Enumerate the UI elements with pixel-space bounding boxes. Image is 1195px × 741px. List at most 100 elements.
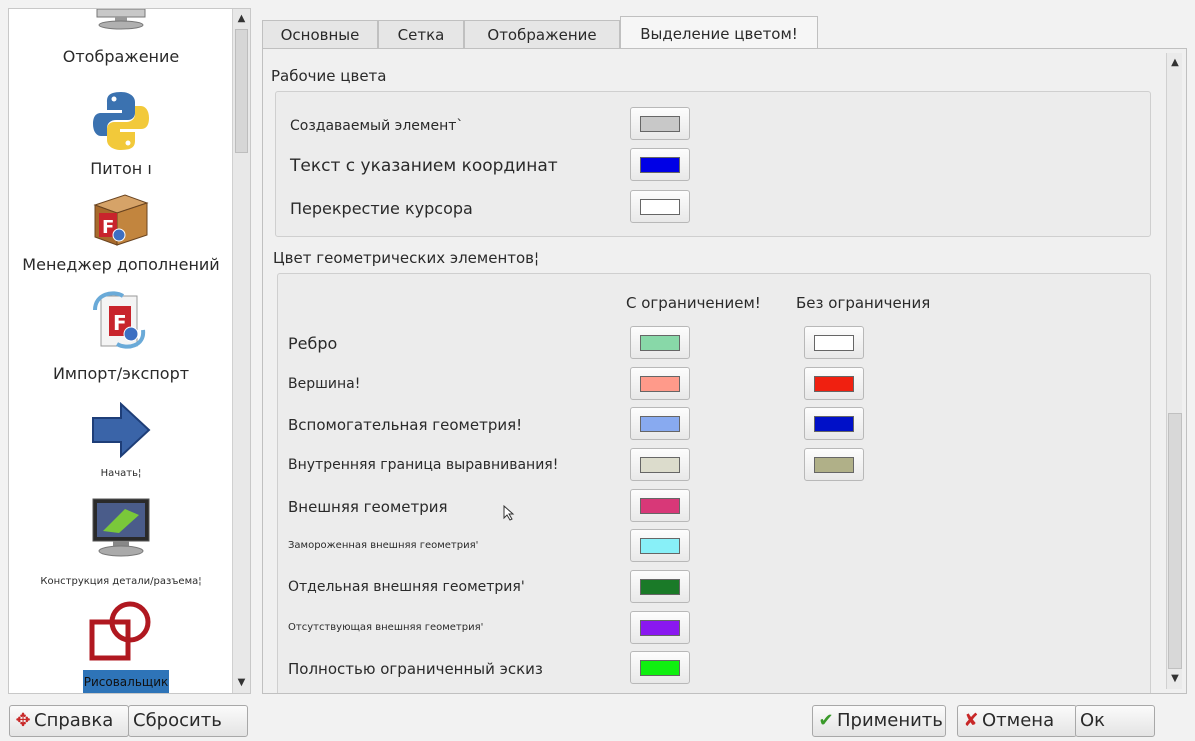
apply-label: Применить	[837, 710, 943, 731]
scroll-up-icon[interactable]: ▲	[1167, 55, 1183, 71]
row-label: Замороженная внешняя геометрия'	[288, 540, 479, 551]
tab-general[interactable]: Основные	[262, 20, 378, 49]
creating-element-color-button[interactable]	[630, 107, 690, 140]
panel-scrollbar[interactable]: ▲ ▼	[1166, 53, 1182, 689]
sidebar-item-part-design[interactable]: Конструкция детали/разъема¦	[9, 489, 233, 589]
constrained-color-button[interactable]	[630, 448, 690, 481]
sidebar-scrollbar[interactable]: ▲ ▼	[232, 9, 250, 693]
sidebar-item-display[interactable]: Отображение	[9, 9, 233, 79]
color-swatch	[640, 498, 680, 514]
unconstrained-color-button[interactable]	[804, 326, 864, 359]
sidebar-item-addon-manager[interactable]: F Менеджер дополнений	[9, 189, 233, 279]
draft-icon	[89, 601, 151, 661]
unconstrained-color-button[interactable]	[804, 448, 864, 481]
sidebar-item-import-export[interactable]: F Импорт/экспорт	[9, 284, 233, 384]
color-swatch	[814, 376, 854, 392]
sidebar-item-python[interactable]: Питон ı	[9, 84, 233, 184]
sidebar-item-label: Питон ı	[90, 159, 152, 178]
sidebar-item-start[interactable]: Начать¦	[9, 394, 233, 484]
row-label: Вершина!	[288, 376, 361, 392]
row-label: Внешняя геометрия	[288, 497, 448, 516]
import-export-icon: F	[93, 291, 146, 349]
sidebar-item-label: Конструкция детали/разъема¦	[40, 576, 202, 587]
sidebar-list: Отображение Питон ı F Менеджер дополнени…	[9, 9, 233, 693]
sidebar-item-label: Отображение	[62, 47, 180, 66]
color-swatch	[640, 620, 680, 636]
color-swatch	[640, 376, 680, 392]
python-icon	[93, 92, 149, 150]
color-swatch	[640, 457, 680, 473]
constrained-color-button[interactable]	[630, 570, 690, 603]
unconstrained-color-button[interactable]	[804, 407, 864, 440]
scroll-up-icon[interactable]: ▲	[233, 11, 250, 27]
constrained-color-button[interactable]	[630, 326, 690, 359]
row-label: Ребро	[288, 334, 338, 353]
scrollbar-thumb[interactable]	[1168, 413, 1182, 669]
help-button[interactable]: ✥ Справка	[9, 705, 129, 737]
arrow-right-icon	[92, 402, 151, 458]
unconstrained-color-button[interactable]	[804, 367, 864, 400]
checkmark-icon: ✔	[818, 710, 834, 731]
help-icon: ✥	[15, 710, 31, 731]
row-label: Полностью ограниченный эскиз	[288, 659, 543, 678]
row-label: Отсутствующая внешняя геометрия'	[288, 622, 484, 633]
sidebar-item-label: Менеджер дополнений	[22, 255, 220, 274]
color-swatch	[640, 335, 680, 351]
working-colors-group: Создаваемый элемент` Текст с указанием к…	[275, 91, 1151, 237]
colors-panel: Рабочие цвета Создаваемый элемент` Текст…	[262, 48, 1187, 694]
row-label: Вспомогательная геометрия!	[288, 415, 523, 434]
column-header-unconstrained: Без ограничения	[796, 294, 931, 312]
cancel-button[interactable]: ✘ Отмена	[957, 705, 1077, 737]
constrained-color-button[interactable]	[630, 407, 690, 440]
constrained-color-button[interactable]	[630, 529, 690, 562]
sidebar-item-label: Рисовальщик	[83, 670, 169, 693]
constrained-color-button[interactable]	[630, 489, 690, 522]
cancel-label: Отмена	[982, 710, 1055, 731]
constrained-color-button[interactable]	[630, 651, 690, 684]
scrollbar-thumb[interactable]	[235, 29, 248, 153]
sidebar-item-label: Импорт/экспорт	[52, 364, 190, 383]
working-colors-title: Рабочие цвета	[271, 67, 387, 85]
tab-grid[interactable]: Сетка	[378, 20, 464, 49]
addon-manager-icon: F	[93, 194, 149, 246]
color-swatch	[814, 457, 854, 473]
color-swatch	[640, 538, 680, 554]
geometry-colors-group: С ограничением! Без ограничения Ребро Вер…	[277, 273, 1151, 693]
monitor-icon	[96, 9, 146, 30]
coordinate-text-color-button[interactable]	[630, 148, 690, 181]
cursor-crosshair-color-button[interactable]	[630, 190, 690, 223]
help-label: Справка	[34, 710, 114, 731]
constrained-color-button[interactable]	[630, 611, 690, 644]
color-swatch	[640, 416, 680, 432]
scroll-down-icon[interactable]: ▼	[1167, 671, 1183, 687]
color-swatch	[640, 660, 680, 676]
color-swatch	[640, 199, 680, 215]
close-icon: ✘	[963, 710, 979, 731]
mouse-cursor-icon	[503, 505, 515, 521]
color-swatch	[814, 335, 854, 351]
color-swatch	[640, 116, 680, 132]
tab-colors[interactable]: Выделение цветом!	[620, 16, 818, 50]
preferences-sidebar[interactable]: Отображение Питон ı F Менеджер дополнени…	[8, 8, 251, 694]
apply-button[interactable]: ✔ Применить	[812, 705, 946, 737]
tab-display[interactable]: Отображение	[464, 20, 620, 49]
row-label: Перекрестие курсора	[290, 199, 473, 218]
color-swatch	[814, 416, 854, 432]
row-label: Отдельная внешняя геометрия'	[288, 579, 525, 595]
geometry-colors-title: Цвет геометрических элементов¦	[273, 249, 540, 267]
constrained-color-button[interactable]	[630, 367, 690, 400]
svg-text:F: F	[102, 217, 114, 238]
ok-button[interactable]: Ок	[1075, 705, 1155, 737]
color-swatch	[640, 157, 680, 173]
row-label: Внутренняя граница выравнивания!	[288, 457, 559, 473]
row-label: Текст с указанием координат	[290, 156, 558, 176]
part-design-icon	[92, 498, 150, 557]
row-label: Создаваемый элемент`	[290, 118, 464, 134]
column-header-constrained: С ограничением!	[626, 294, 761, 312]
reset-button[interactable]: Сбросить	[128, 705, 248, 737]
ok-label: Ок	[1080, 710, 1106, 731]
sidebar-item-draft[interactable]: Рисовальщик	[9, 594, 233, 693]
scroll-down-icon[interactable]: ▼	[233, 675, 250, 691]
color-swatch	[640, 579, 680, 595]
reset-label: Сбросить	[133, 710, 222, 731]
